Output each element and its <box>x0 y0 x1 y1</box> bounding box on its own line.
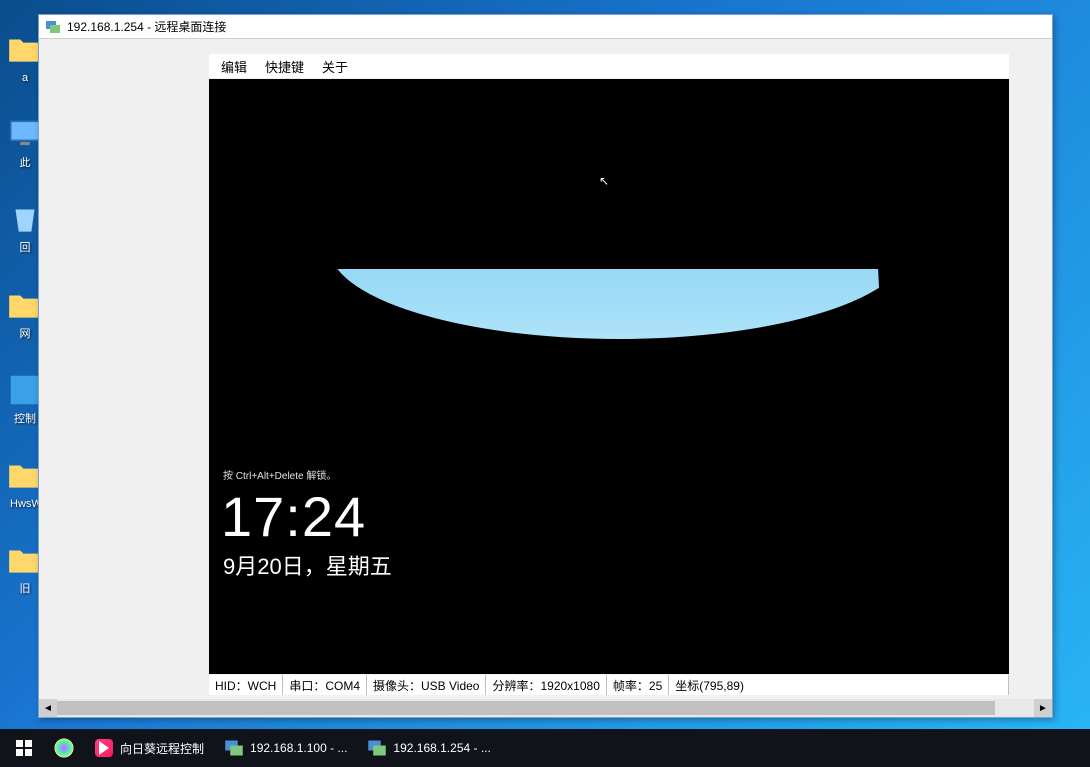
status-serial: 串口：COM4 <box>283 675 367 695</box>
menu-about[interactable]: 关于 <box>322 57 348 76</box>
rdp-horizontal-scrollbar[interactable]: ◄ ► <box>39 699 1052 717</box>
lockscreen-unlock-hint: 按 Ctrl+Alt+Delete 解锁。 <box>223 467 336 482</box>
rdp-icon <box>224 738 244 758</box>
ipkvm-status-bar: HID：WCH 串口：COM4 摄像头：USB Video 分辨率：1920x1… <box>209 675 1009 695</box>
status-hid: HID：WCH <box>209 675 283 695</box>
start-button[interactable] <box>4 729 44 767</box>
taskbar: 向日葵远程控制 192.168.1.100 - ... 192.168.1.25… <box>0 729 1090 767</box>
status-coords: 坐标(795,89) <box>669 675 1009 695</box>
ipkvm-menubar: 编辑 快捷键 关于 <box>209 54 1009 78</box>
rdp-title-text: 192.168.1.254 - 远程桌面连接 <box>67 18 226 35</box>
lockscreen-rock <box>624 344 674 389</box>
sunflower-remote-icon <box>94 738 114 758</box>
remote-cursor-icon: ↖ <box>599 174 609 188</box>
scroll-left-arrow-icon[interactable]: ◄ <box>39 699 57 717</box>
scroll-track[interactable] <box>57 699 1034 717</box>
taskbar-rdp-2[interactable]: 192.168.1.254 - ... <box>357 729 500 767</box>
taskbar-rdp-1[interactable]: 192.168.1.100 - ... <box>214 729 357 767</box>
scroll-right-arrow-icon[interactable]: ► <box>1034 699 1052 717</box>
rdp-titlebar[interactable]: 192.168.1.254 - 远程桌面连接 <box>39 15 1052 39</box>
host-desktop: a 此 回 网 控制 HwsW 旧 abc 此电脑 网络 IPKVM - 快捷方… <box>0 0 1090 767</box>
lockscreen-date: 9月20日，星期五 <box>223 549 392 581</box>
taskbar-browser[interactable] <box>44 729 84 767</box>
taskbar-item-label: 192.168.1.254 - ... <box>393 741 490 755</box>
rdp-body: 编辑 快捷键 关于 按 Ctrl+Alt+Delete 解锁。 17:24 9月… <box>39 39 1052 717</box>
taskbar-sunflower[interactable]: 向日葵远程控制 <box>84 729 214 767</box>
taskbar-item-label: 192.168.1.100 - ... <box>250 741 347 755</box>
menu-edit[interactable]: 编辑 <box>221 57 247 76</box>
status-resolution: 分辨率：1920x1080 <box>486 675 606 695</box>
rdp-icon <box>367 738 387 758</box>
scroll-thumb[interactable] <box>57 701 995 715</box>
rdp-window: 192.168.1.254 - 远程桌面连接 编辑 快捷键 关于 按 Ctrl+… <box>38 14 1053 718</box>
status-camera: 摄像头：USB Video <box>367 675 486 695</box>
rdp-icon <box>45 19 61 35</box>
browser-icon <box>54 738 74 758</box>
status-fps: 帧率：25 <box>607 675 669 695</box>
lockscreen-clock: 17:24 <box>221 484 366 549</box>
windows-logo-icon <box>16 740 32 756</box>
menu-shortcut[interactable]: 快捷键 <box>265 57 304 76</box>
ipkvm-video-frame[interactable]: 按 Ctrl+Alt+Delete 解锁。 17:24 9月20日，星期五 ↖ <box>209 79 1009 674</box>
taskbar-item-label: 向日葵远程控制 <box>120 740 204 757</box>
